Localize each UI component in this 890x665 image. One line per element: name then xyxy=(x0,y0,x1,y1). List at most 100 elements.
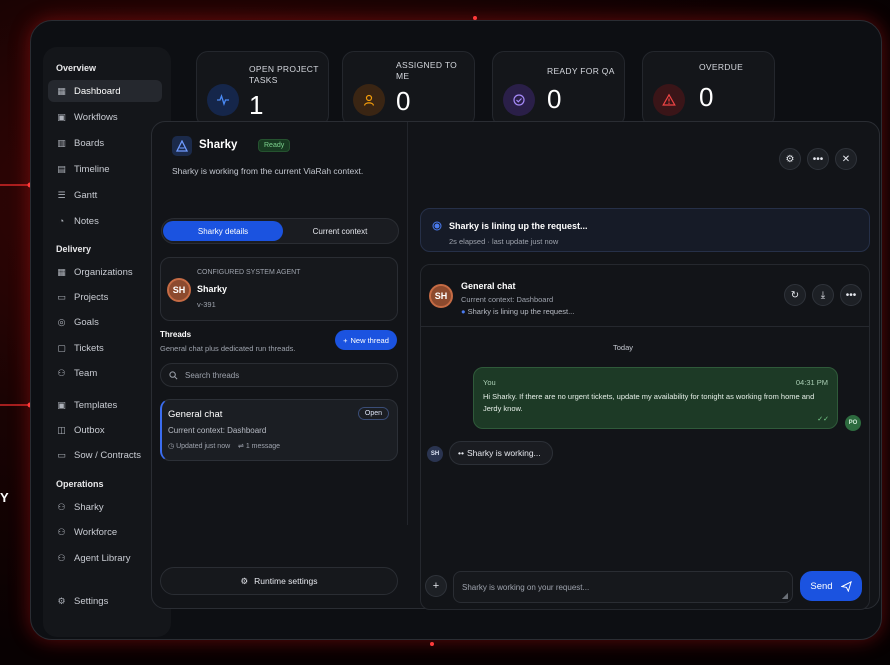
search-threads-input[interactable]: Search threads xyxy=(160,363,398,387)
sidebar-item-templates[interactable]: ▣ Templates xyxy=(48,394,162,416)
sidebar-item-sharky[interactable]: ⚇ Sharky xyxy=(48,496,162,518)
more-horizontal-icon: ••• xyxy=(812,153,824,165)
sidebar-item-label: Timeline xyxy=(74,163,110,175)
stat-card-open-tasks[interactable]: OPEN PROJECT TASKS 1 xyxy=(196,51,329,127)
read-check-icon: ✓✓ xyxy=(817,416,829,423)
tab-current-context[interactable]: Current context xyxy=(280,221,400,241)
typing-text: Sharky is working... xyxy=(466,448,541,458)
plus-icon: + xyxy=(343,335,348,345)
avatar: SH xyxy=(167,278,191,302)
sidebar-item-label: Gantt xyxy=(74,189,98,201)
kanban-icon: ▥ xyxy=(57,137,66,148)
sidebar-item-label: Workforce xyxy=(74,526,118,538)
download-icon: ⤓ xyxy=(820,289,826,301)
sidebar-item-workflows[interactable]: ▣ Workflows xyxy=(48,106,162,128)
agent-small-avatar: SH xyxy=(427,446,443,462)
sidebar-item-organizations[interactable]: ▦ Organizations xyxy=(48,261,162,283)
message-author: You xyxy=(483,378,496,387)
sidebar-item-label: Outbox xyxy=(74,424,105,436)
chat-more-button[interactable]: ••• xyxy=(840,284,862,306)
sidebar-item-workforce[interactable]: ⚇ Workforce xyxy=(48,521,162,543)
agent-kind: CONFIGURED SYSTEM AGENT xyxy=(197,269,301,276)
sidebar-item-agent-library[interactable]: ⚇ Agent Library xyxy=(48,547,162,569)
tab-sharky-details[interactable]: Sharky details xyxy=(163,221,283,241)
gantt-icon: ☰ xyxy=(57,189,66,200)
bell-icon: ◔ xyxy=(58,216,65,226)
sidebar-section-overview: Overview xyxy=(56,63,97,73)
send-button[interactable]: Send xyxy=(800,571,862,601)
avatar: SH xyxy=(429,284,453,308)
more-horizontal-icon: ••• xyxy=(845,289,857,301)
sidebar-item-label: Projects xyxy=(74,291,109,303)
edge-partial-text: Y xyxy=(0,490,9,505)
user-icon xyxy=(353,84,385,116)
building-icon: ▦ xyxy=(57,266,66,277)
sharky-panel: Sharky Ready Sharky is working from the … xyxy=(151,121,880,610)
message-text: Hi Sharky. If there are no urgent ticket… xyxy=(483,392,815,413)
stat-card-overdue[interactable]: OVERDUE 0 xyxy=(642,51,775,127)
stat-value: 1 xyxy=(249,90,264,120)
runtime-settings-button[interactable]: ⚙ Runtime settings xyxy=(160,567,398,595)
chat-panel: SH General chat Current context: Dashboa… xyxy=(420,264,870,610)
sidebar-item-label: Team xyxy=(74,367,98,379)
sidebar-item-boards[interactable]: ▥ Boards xyxy=(48,132,162,154)
sidebar-item-label: Agent Library xyxy=(74,552,131,564)
stat-card-assigned[interactable]: ASSIGNED TO ME 0 xyxy=(342,51,475,127)
download-button[interactable]: ⤓ xyxy=(812,284,834,306)
stat-card-ready-qa[interactable]: READY FOR QA 0 xyxy=(492,51,625,127)
typing-dots-icon: •• xyxy=(458,448,464,458)
more-options-button[interactable]: ••• xyxy=(807,148,829,170)
typing-indicator: •• Sharky is working... xyxy=(449,441,553,465)
gear-icon: ⚙ xyxy=(785,153,795,165)
close-icon: ✕ xyxy=(841,153,851,165)
thread-context: Current context: Dashboard xyxy=(168,426,267,435)
sidebar-item-label: Settings xyxy=(74,595,109,607)
agent-name: Sharky xyxy=(197,284,228,294)
status-dot-icon: ● xyxy=(461,307,466,316)
sidebar-item-label: Sow / Contracts xyxy=(74,449,142,461)
sidebar-item-contracts[interactable]: ▭ Sow / Contracts xyxy=(48,444,162,466)
settings-button[interactable]: ⚙ xyxy=(779,148,801,170)
chat-context: Current context: Dashboard xyxy=(461,295,554,304)
template-icon: ▣ xyxy=(57,399,66,410)
app-window: Overview ▦ Dashboard ▣ Workflows ▥ Board… xyxy=(30,20,882,640)
refresh-button[interactable]: ↻ xyxy=(784,284,806,306)
chat-header: SH General chat Current context: Dashboa… xyxy=(421,265,869,327)
sidebar-item-goals[interactable]: ◎ Goals xyxy=(48,311,162,333)
chat-state-text: Sharky is lining up the request... xyxy=(467,307,575,316)
sidebar-item-timeline[interactable]: ▤ Timeline xyxy=(48,158,162,180)
gear-icon: ⚙ xyxy=(240,575,249,586)
stat-value: 0 xyxy=(547,84,562,114)
plus-icon: + xyxy=(432,580,440,592)
details-tabs: Sharky details Current context xyxy=(161,218,399,244)
sidebar-item-settings[interactable]: ⚙ Settings xyxy=(48,590,162,612)
stat-value: 0 xyxy=(396,86,411,116)
stat-label: ASSIGNED TO ME xyxy=(396,60,458,81)
briefcase-icon: ▣ xyxy=(57,111,66,122)
sidebar-item-dashboard[interactable]: ▦ Dashboard xyxy=(48,80,162,102)
run-status-bar: Sharky is lining up the request... 2s el… xyxy=(420,208,870,252)
sidebar-item-tickets[interactable]: ▢ Tickets xyxy=(48,337,162,359)
send-icon xyxy=(840,580,852,592)
library-icon: ⚇ xyxy=(57,552,66,563)
outbox-icon: ◫ xyxy=(57,424,66,435)
agent-card[interactable]: SH CONFIGURED SYSTEM AGENT Sharky v-391 xyxy=(160,257,398,321)
close-button[interactable]: ✕ xyxy=(835,148,857,170)
new-thread-label: New thread xyxy=(350,335,389,345)
sidebar-item-notes[interactable]: ◔ Notes xyxy=(48,210,162,232)
sidebar-item-label: Workflows xyxy=(74,111,118,123)
resize-handle-icon[interactable]: ◢ xyxy=(782,591,788,600)
sidebar-item-outbox[interactable]: ◫ Outbox xyxy=(48,419,162,441)
stat-label: OPEN PROJECT TASKS xyxy=(249,64,319,85)
day-divider: Today xyxy=(613,343,634,352)
message-input[interactable]: Sharky is working on your request... ◢ xyxy=(453,571,793,603)
new-thread-button[interactable]: + New thread xyxy=(335,330,397,350)
sidebar-item-projects[interactable]: ▭ Projects xyxy=(48,286,162,308)
composer-placeholder: Sharky is working on your request... xyxy=(462,582,590,592)
status-indicator-icon xyxy=(432,221,442,231)
sidebar-item-team[interactable]: ⚇ Team xyxy=(48,362,162,384)
attach-button[interactable]: + xyxy=(425,575,447,597)
thread-item-general-chat[interactable]: General chat Open Current context: Dashb… xyxy=(160,399,398,461)
sidebar-item-gantt[interactable]: ☰ Gantt xyxy=(48,184,162,206)
sidebar-item-label: Sharky xyxy=(74,501,104,513)
